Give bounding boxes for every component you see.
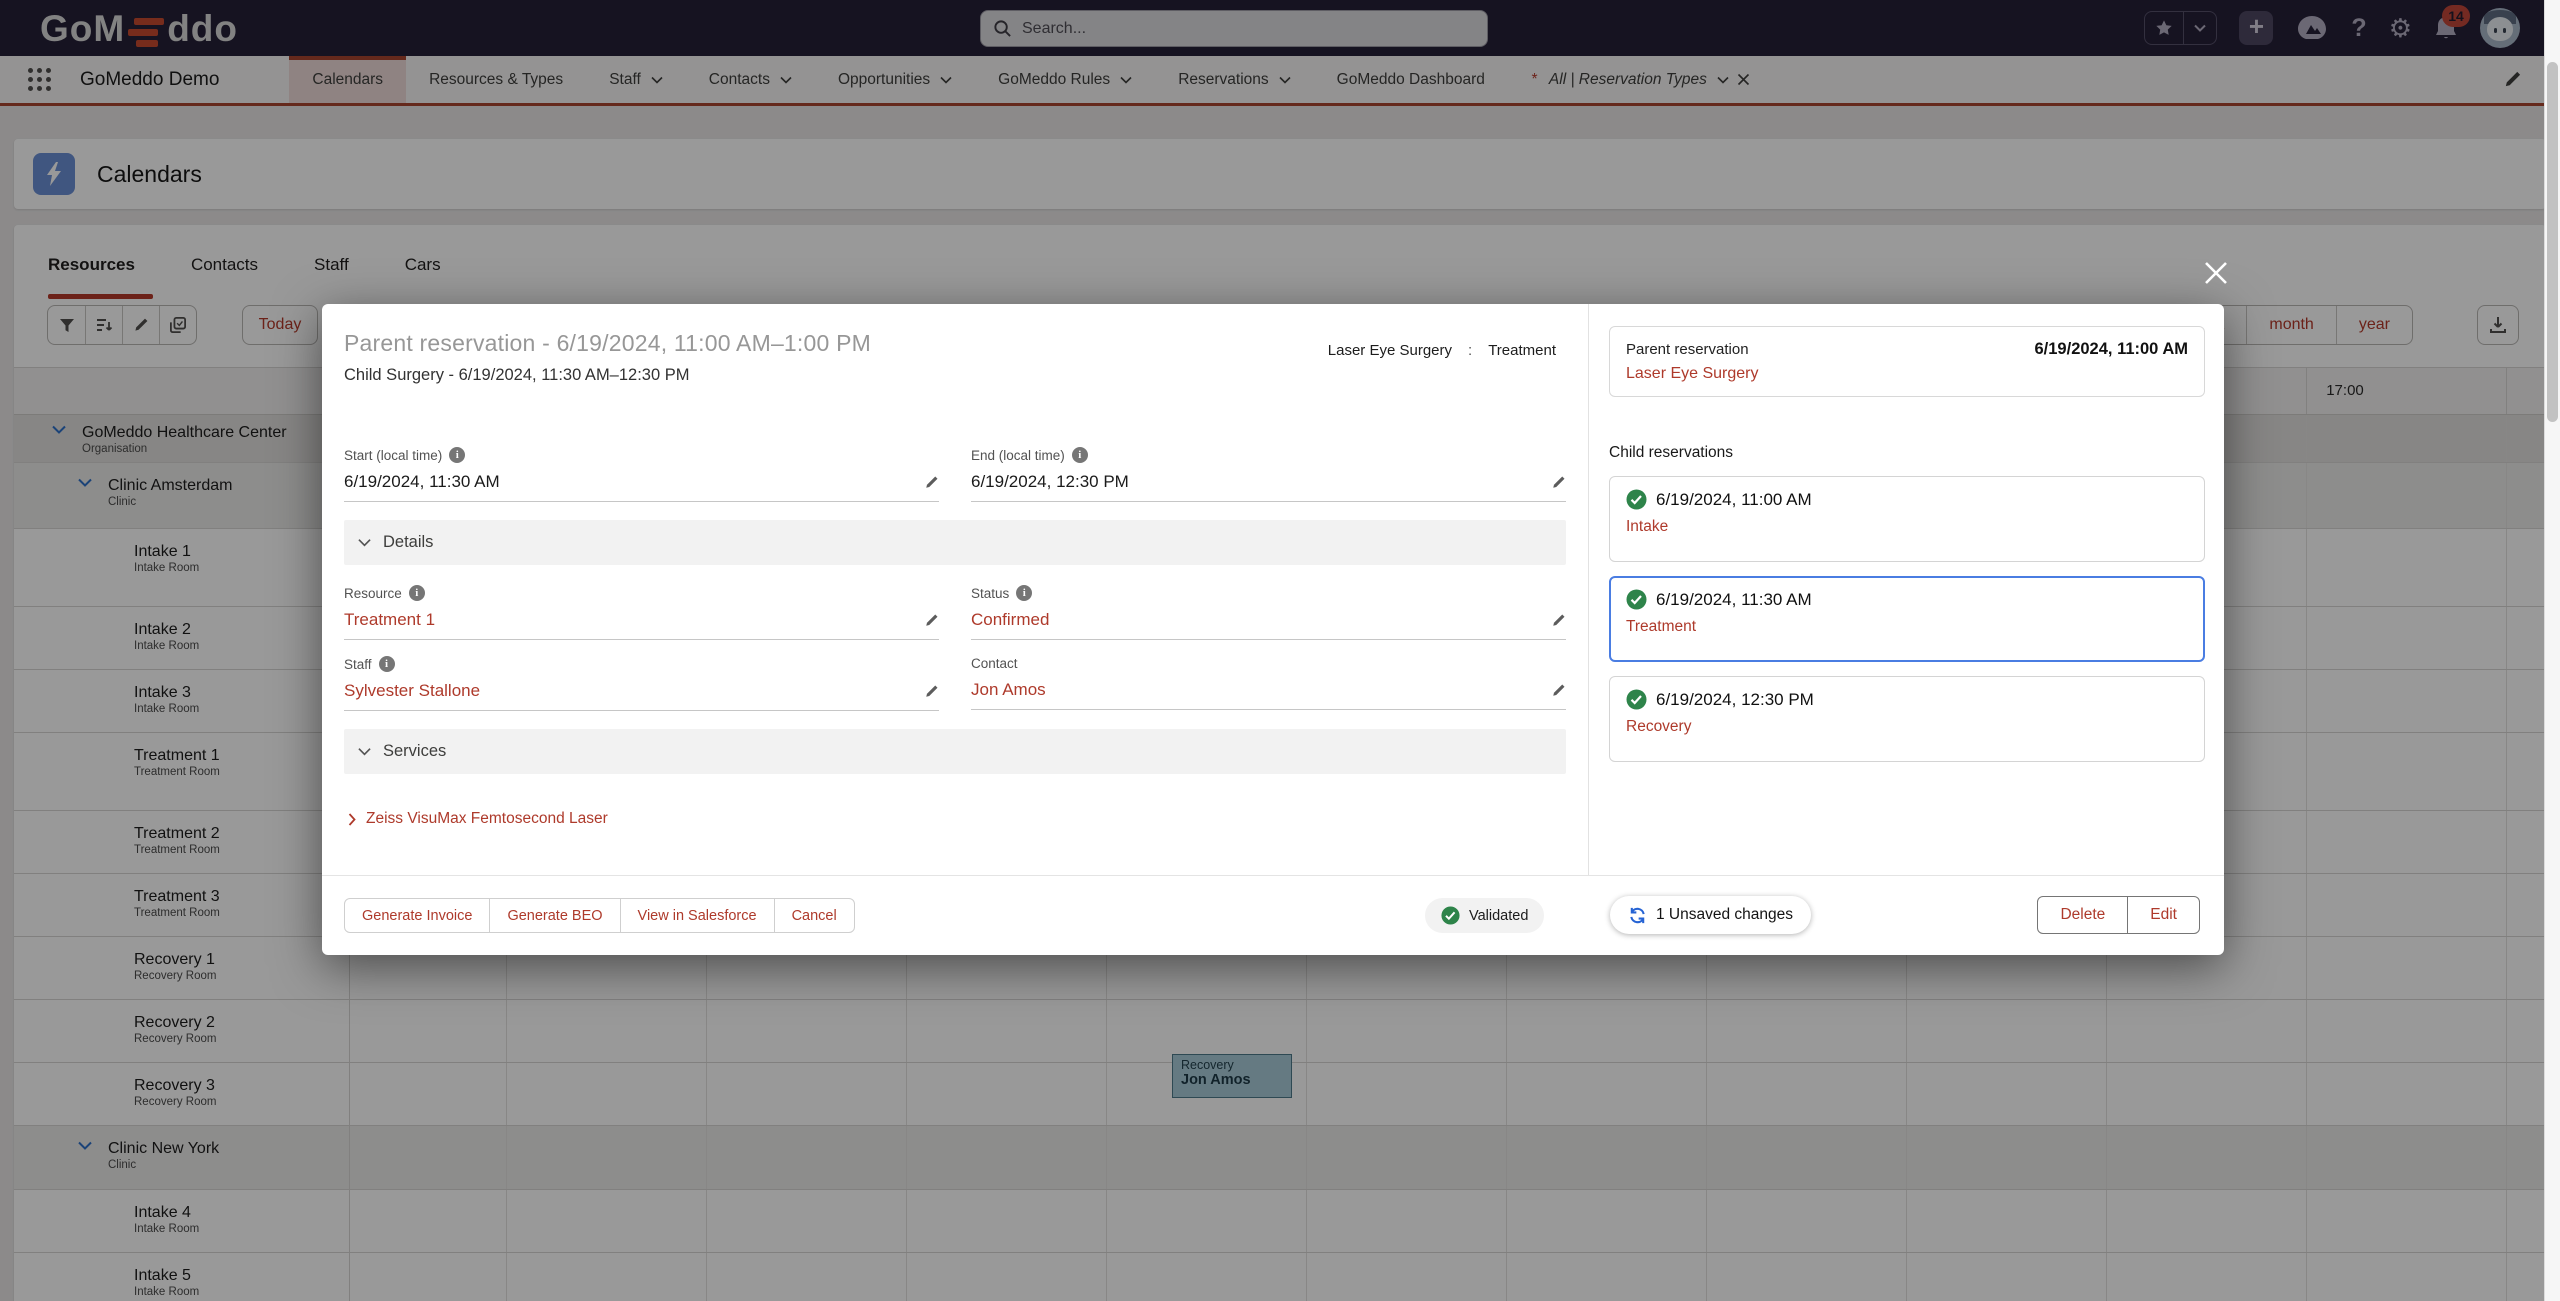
chevron-down-icon <box>358 538 371 547</box>
details-section-header[interactable]: Details <box>344 520 1566 565</box>
detail-fields-row-1: Resourcei Treatment 1 Statusi Confirmed … <box>344 585 1566 711</box>
edit-pencil-icon[interactable] <box>924 475 939 490</box>
view-in-salesforce-button[interactable]: View in Salesforce <box>620 899 774 932</box>
validated-badge: Validated <box>1425 898 1544 933</box>
delete-edit-group: Delete Edit <box>2037 896 2200 934</box>
child-datetime: 6/19/2024, 12:30 PM <box>1656 690 1814 710</box>
unsaved-changes-badge[interactable]: 1 Unsaved changes <box>1610 896 1811 934</box>
child-type-link[interactable]: Recovery <box>1626 718 2188 736</box>
parent-reservation-link[interactable]: Laser Eye Surgery <box>1626 365 2188 383</box>
modal-context: Laser Eye Surgery : Treatment <box>1328 342 1556 359</box>
edit-pencil-icon[interactable] <box>1551 683 1566 698</box>
generate-beo-button[interactable]: Generate BEO <box>489 899 619 932</box>
edit-pencil-icon[interactable] <box>1551 613 1566 628</box>
services-section-header[interactable]: Services <box>344 729 1566 774</box>
reservation-modal: Parent reservation - 6/19/2024, 11:00 AM… <box>322 304 2224 955</box>
generate-invoice-button[interactable]: Generate Invoice <box>345 899 489 932</box>
edit-pencil-icon[interactable] <box>1551 475 1566 490</box>
child-reservations-heading: Child reservations <box>1609 444 2204 462</box>
footer-action-group: Generate Invoice Generate BEO View in Sa… <box>344 898 855 933</box>
edit-pencil-icon[interactable] <box>924 613 939 628</box>
modal-footer: Generate Invoice Generate BEO View in Sa… <box>322 875 2224 955</box>
child-datetime: 6/19/2024, 11:00 AM <box>1656 490 1812 510</box>
close-icon <box>2203 260 2229 286</box>
sync-icon <box>1628 906 1647 925</box>
child-reservation-card-recovery[interactable]: 6/19/2024, 12:30 PM Recovery <box>1609 676 2205 762</box>
start-field: Start (local time)i 6/19/2024, 11:30 AM <box>344 447 939 502</box>
child-type-link[interactable]: Treatment <box>1626 618 2188 636</box>
modal-side-panel: Parent reservation 6/19/2024, 11:00 AM L… <box>1588 304 2224 875</box>
info-icon[interactable]: i <box>1072 447 1088 463</box>
success-check-icon <box>1441 906 1460 925</box>
contact-field: Contact Jon Amos <box>971 656 1566 711</box>
info-icon[interactable]: i <box>449 447 465 463</box>
child-type-link[interactable]: Intake <box>1626 518 2188 536</box>
info-icon[interactable]: i <box>409 585 425 601</box>
status-link[interactable]: Confirmed <box>971 610 1049 630</box>
modal-main-section: Parent reservation - 6/19/2024, 11:00 AM… <box>322 304 1588 875</box>
delete-button[interactable]: Delete <box>2038 897 2127 933</box>
chevron-right-icon <box>348 813 356 826</box>
modal-close-button[interactable] <box>2203 257 2235 289</box>
parent-reservation-card[interactable]: Parent reservation 6/19/2024, 11:00 AM L… <box>1609 326 2205 397</box>
parent-reservation-datetime: 6/19/2024, 11:00 AM <box>2035 340 2189 359</box>
child-reservation-card-intake[interactable]: 6/19/2024, 11:00 AM Intake <box>1609 476 2205 562</box>
time-fields: Start (local time)i 6/19/2024, 11:30 AM … <box>344 447 1566 502</box>
scrollbar-thumb[interactable] <box>2547 62 2558 422</box>
end-value: 6/19/2024, 12:30 PM <box>971 472 1129 492</box>
start-value: 6/19/2024, 11:30 AM <box>344 472 500 492</box>
service-item-link[interactable]: Zeiss VisuMax Femtosecond Laser <box>348 810 1566 828</box>
status-field: Statusi Confirmed <box>971 585 1566 640</box>
chevron-down-icon <box>358 747 371 756</box>
parent-reservation-label: Parent reservation <box>1626 341 1749 358</box>
info-icon[interactable]: i <box>379 656 395 672</box>
contact-link[interactable]: Jon Amos <box>971 680 1046 700</box>
resource-field: Resourcei Treatment 1 <box>344 585 939 640</box>
staff-link[interactable]: Sylvester Stallone <box>344 681 480 701</box>
context-reservation-type: Laser Eye Surgery <box>1328 342 1452 359</box>
info-icon[interactable]: i <box>1016 585 1032 601</box>
modal-subtitle: Child Surgery - 6/19/2024, 11:30 AM–12:3… <box>344 366 1566 385</box>
success-check-icon <box>1626 589 1647 610</box>
context-child-type: Treatment <box>1488 342 1556 359</box>
edit-button[interactable]: Edit <box>2127 897 2199 933</box>
child-reservation-card-treatment[interactable]: 6/19/2024, 11:30 AM Treatment <box>1609 576 2205 662</box>
end-field: End (local time)i 6/19/2024, 12:30 PM <box>971 447 1566 502</box>
child-datetime: 6/19/2024, 11:30 AM <box>1656 590 1812 610</box>
browser-scrollbar[interactable] <box>2544 0 2560 1301</box>
screen: GoM ddo + <box>0 0 2560 1301</box>
staff-field: Staffi Sylvester Stallone <box>344 656 939 711</box>
resource-link[interactable]: Treatment 1 <box>344 610 435 630</box>
edit-pencil-icon[interactable] <box>924 684 939 699</box>
success-check-icon <box>1626 489 1647 510</box>
cancel-button[interactable]: Cancel <box>774 899 854 932</box>
success-check-icon <box>1626 689 1647 710</box>
